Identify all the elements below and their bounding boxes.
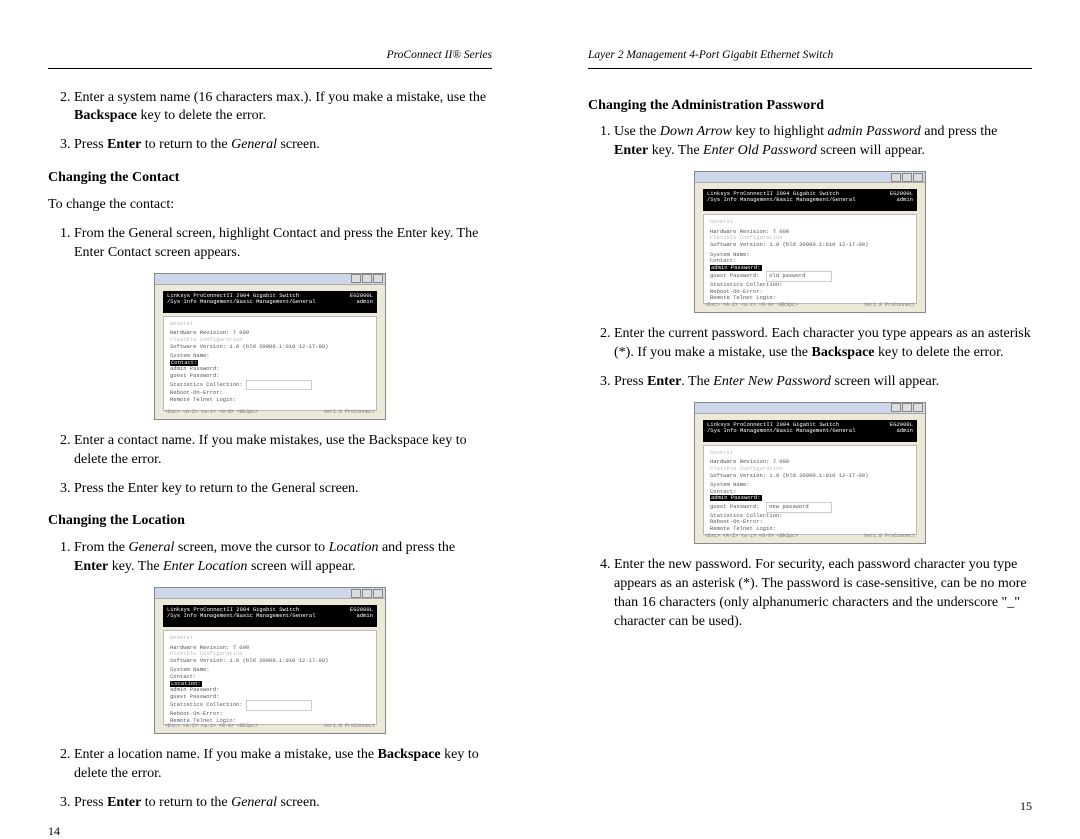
screenshot-new-password: Linksys ProConnectII 2004 Gigabit Switch… bbox=[694, 402, 926, 544]
list-item: Use the Down Arrow key to highlight admi… bbox=[614, 123, 1032, 161]
location-steps: From the General screen, move the cursor… bbox=[48, 539, 492, 577]
right-header: Layer 2 Management 4-Port Gigabit Ethern… bbox=[588, 48, 1032, 69]
window-controls bbox=[155, 588, 385, 599]
location-steps-cont: Enter a location name. If you make a mis… bbox=[48, 746, 492, 813]
list-item: Enter the current password. Each charact… bbox=[614, 325, 1032, 363]
terminal-banner: Linksys ProConnectII 2004 Gigabit Switch… bbox=[703, 420, 917, 442]
terminal-body: General Hardware Revision: 7 000 Flexibl… bbox=[703, 445, 917, 535]
admin-steps-2: Enter the current password. Each charact… bbox=[588, 325, 1032, 392]
admin-steps-4: Enter the new password. For security, ea… bbox=[588, 556, 1032, 632]
list-item: Enter a contact name. If you make mistak… bbox=[74, 432, 492, 470]
contact-steps: From the General screen, highlight Conta… bbox=[48, 225, 492, 263]
list-item: From the General screen, highlight Conta… bbox=[74, 225, 492, 263]
left-page: ProConnect II® Series Enter a system nam… bbox=[0, 0, 540, 834]
terminal-body: General Hardware Revision: 7 000 Flexibl… bbox=[163, 316, 377, 411]
window-controls bbox=[695, 172, 925, 183]
window-controls bbox=[155, 274, 385, 285]
left-content: Enter a system name (16 characters max.)… bbox=[48, 83, 492, 823]
list-item: Enter a location name. If you make a mis… bbox=[74, 746, 492, 784]
left-header: ProConnect II® Series bbox=[48, 48, 492, 69]
list-item: Press Enter. The Enter New Password scre… bbox=[614, 373, 1032, 392]
right-page: Layer 2 Management 4-Port Gigabit Ethern… bbox=[540, 0, 1080, 834]
list-item: Press Enter to return to the General scr… bbox=[74, 136, 492, 155]
screenshot-old-password: Linksys ProConnectII 2004 Gigabit Switch… bbox=[694, 171, 926, 313]
terminal-body: General Hardware Revision: 7 000 Flexibl… bbox=[163, 630, 377, 725]
terminal-banner: Linksys ProConnectII 2004 Gigabit Switch… bbox=[163, 291, 377, 313]
subhead-location: Changing the Location bbox=[48, 512, 492, 531]
screenshot-enter-location: Linksys ProConnectII 2004 Gigabit Switch… bbox=[154, 587, 386, 734]
list-item: From the General screen, move the cursor… bbox=[74, 539, 492, 577]
right-content: Changing the Administration Password Use… bbox=[588, 83, 1032, 798]
terminal-banner: Linksys ProConnectII 2004 Gigabit Switch… bbox=[703, 189, 917, 211]
terminal-body: General Hardware Revision: 7 000 Flexibl… bbox=[703, 214, 917, 304]
admin-steps-1: Use the Down Arrow key to highlight admi… bbox=[588, 123, 1032, 161]
list-item: Enter a system name (16 characters max.)… bbox=[74, 89, 492, 127]
window-controls bbox=[695, 403, 925, 414]
subhead-admin-password: Changing the Administration Password bbox=[588, 97, 1032, 116]
right-page-number: 15 bbox=[588, 798, 1032, 814]
list-item: Press the Enter key to return to the Gen… bbox=[74, 480, 492, 499]
list-item: Enter the new password. For security, ea… bbox=[614, 556, 1032, 632]
list-item: Press Enter to return to the General scr… bbox=[74, 794, 492, 813]
left-intro-steps: Enter a system name (16 characters max.)… bbox=[48, 89, 492, 156]
contact-steps-cont: Enter a contact name. If you make mistak… bbox=[48, 432, 492, 499]
left-page-number: 14 bbox=[48, 823, 492, 839]
terminal-banner: Linksys ProConnectII 2004 Gigabit Switch… bbox=[163, 605, 377, 627]
contact-intro: To change the contact: bbox=[48, 196, 492, 215]
subhead-contact: Changing the Contact bbox=[48, 169, 492, 188]
screenshot-enter-contact: Linksys ProConnectII 2004 Gigabit Switch… bbox=[154, 273, 386, 420]
